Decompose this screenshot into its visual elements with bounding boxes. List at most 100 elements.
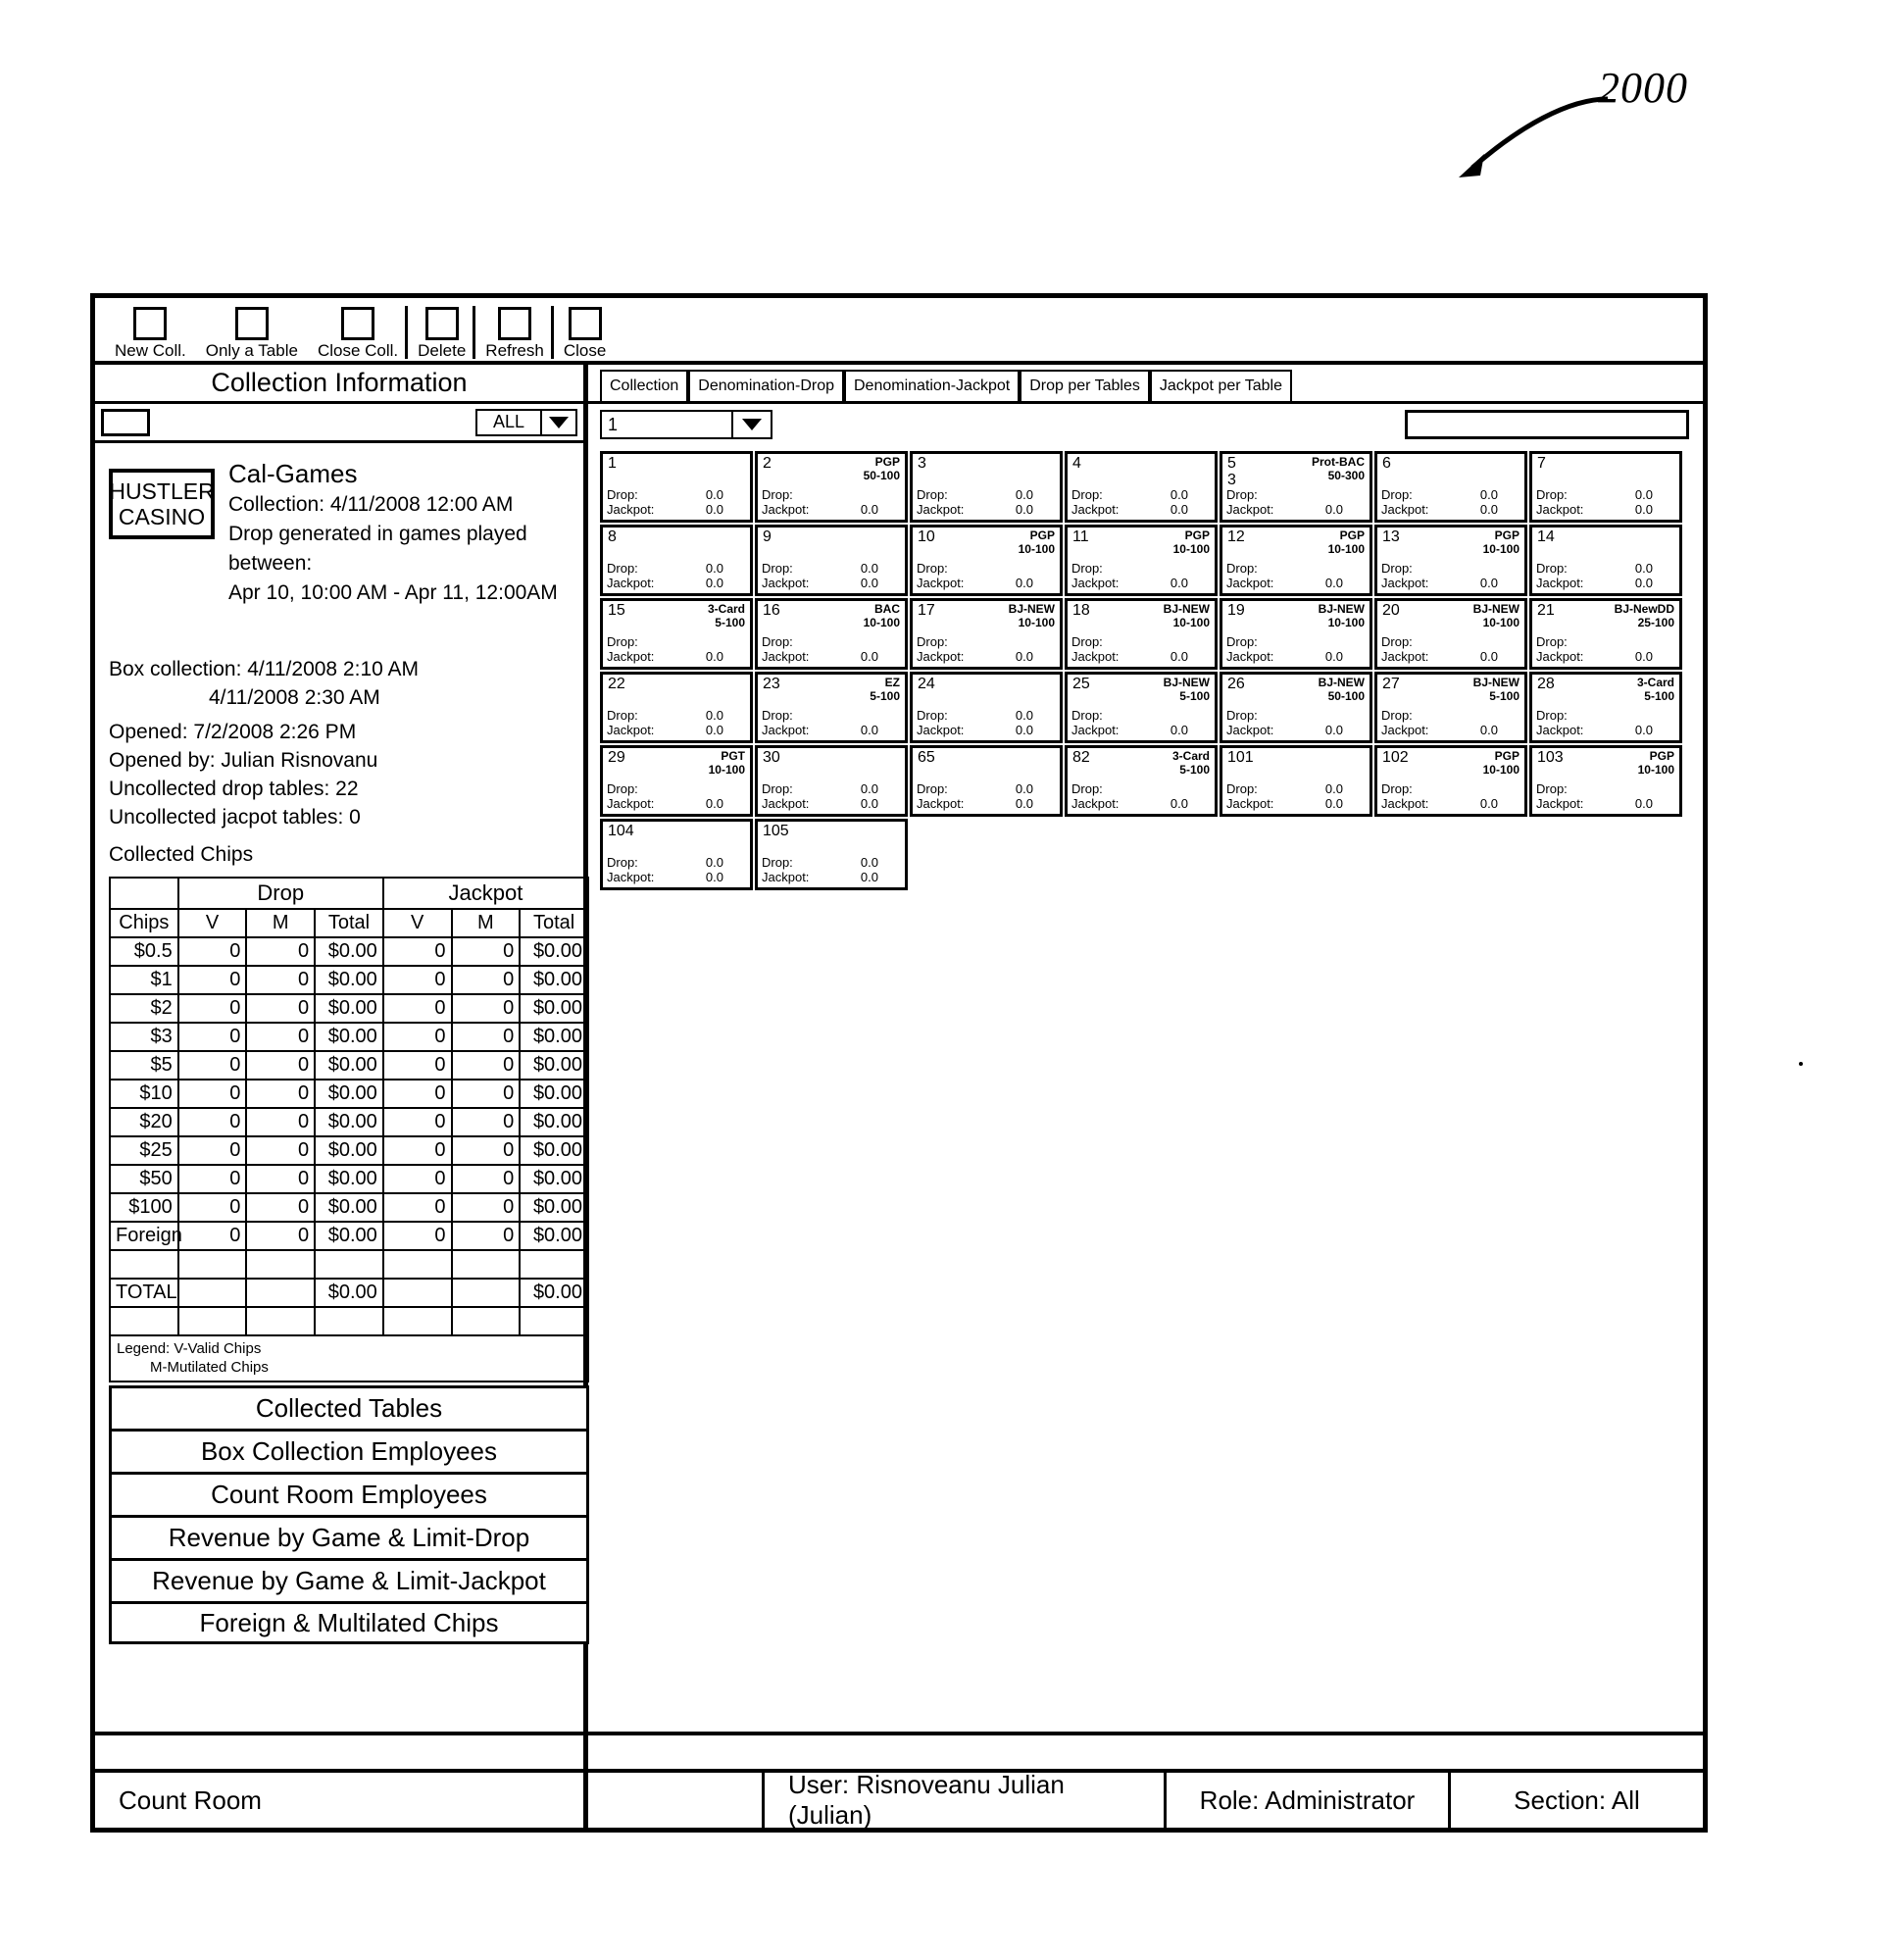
- table-card[interactable]: 6 Drop: 0.0 Jackpot: 0.0: [1374, 451, 1527, 523]
- table-card[interactable]: 11 PGP 10-100 Drop: Jackpot: 0.0: [1065, 525, 1218, 596]
- table-card-number: 20: [1382, 602, 1400, 619]
- toolbar-button-only-a-table[interactable]: Only a Table: [196, 300, 308, 361]
- table-card[interactable]: 26 BJ-NEW 50-100 Drop: Jackpot: 0.0: [1220, 672, 1372, 743]
- table-card[interactable]: 25 BJ-NEW 5-100 Drop: Jackpot: 0.0: [1065, 672, 1218, 743]
- table-card-jackpot-value: 0.0: [1479, 502, 1498, 517]
- table-card[interactable]: 8 Drop: 0.0 Jackpot: 0.0: [600, 525, 753, 596]
- table-number-select-value[interactable]: 1: [600, 410, 733, 439]
- table-card[interactable]: 5 3 Prot-BAC 50-300 Drop: Jackpot: 0.0: [1220, 451, 1372, 523]
- table-card[interactable]: 65 Drop: 0.0 Jackpot: 0.0: [910, 745, 1063, 817]
- table-card[interactable]: 10 PGP 10-100 Drop: Jackpot: 0.0: [910, 525, 1063, 596]
- table-card-number: 12: [1227, 528, 1245, 545]
- left-filter-input[interactable]: [101, 408, 150, 436]
- toolbar-button-glyph: [133, 307, 168, 340]
- table-card[interactable]: 102 PGP 10-100 Drop: Jackpot: 0.0: [1374, 745, 1527, 817]
- toolbar-button-close[interactable]: Close: [554, 300, 616, 361]
- table-card[interactable]: 1 Drop: 0.0 Jackpot: 0.0: [600, 451, 753, 523]
- tab-denomination-drop[interactable]: Denomination-Drop: [688, 370, 844, 401]
- table-card-drop-value: 0.0: [1170, 487, 1188, 502]
- section-button-revenue-by-game-limit-jackpot[interactable]: Revenue by Game & Limit-Jackpot: [109, 1558, 589, 1601]
- bottom-divider: [95, 1732, 1703, 1769]
- section-filter-dropdown[interactable]: ALL: [475, 408, 577, 436]
- table-card[interactable]: 12 PGP 10-100 Drop: Jackpot: 0.0: [1220, 525, 1372, 596]
- table-card[interactable]: 101 Drop: 0.0 Jackpot: 0.0: [1220, 745, 1372, 817]
- tab-denomination-jackpot[interactable]: Denomination-Jackpot: [844, 370, 1021, 401]
- table-card[interactable]: 7 Drop: 0.0 Jackpot: 0.0: [1529, 451, 1682, 523]
- table-card-jackpot-value: 0.0: [1324, 649, 1343, 664]
- spacer-cell: [245, 1306, 317, 1336]
- table-card[interactable]: 23 EZ 5-100 Drop: Jackpot: 0.0: [755, 672, 908, 743]
- table-card[interactable]: 16 BAC 10-100 Drop: Jackpot: 0.0: [755, 598, 908, 670]
- search-input[interactable]: [1405, 410, 1689, 439]
- tab-drop-per-tables[interactable]: Drop per Tables: [1020, 370, 1150, 401]
- table-card-game-limit: 5-100: [870, 689, 900, 703]
- table-card[interactable]: 103 PGP 10-100 Drop: Jackpot: 0.0: [1529, 745, 1682, 817]
- table-card[interactable]: 28 3-Card 5-100 Drop: Jackpot: 0.0: [1529, 672, 1682, 743]
- tab-jackpot-per-table[interactable]: Jackpot per Table: [1149, 370, 1292, 401]
- table-card-drop-row: Drop:: [1381, 709, 1519, 723]
- table-card-drop-value: [1188, 709, 1210, 723]
- table-card[interactable]: 19 BJ-NEW 10-100 Drop: Jackpot: 0.0: [1220, 598, 1372, 670]
- table-card[interactable]: 27 BJ-NEW 5-100 Drop: Jackpot: 0.0: [1374, 672, 1527, 743]
- table-card-jackpot-value: 0.0: [1324, 723, 1343, 737]
- table-card-game-name: EZ: [884, 676, 900, 689]
- table-card-drop-value: [1188, 562, 1210, 576]
- table-card-drop-label: Drop:: [1381, 781, 1413, 796]
- table-card-drop-value: 0.0: [1324, 781, 1343, 796]
- table-card[interactable]: 18 BJ-NEW 10-100 Drop: Jackpot: 0.0: [1065, 598, 1218, 670]
- spacer-cell: [314, 1306, 384, 1336]
- table-card-jackpot-value: 0.0: [1479, 723, 1498, 737]
- chevron-down-icon[interactable]: [733, 410, 772, 439]
- table-card[interactable]: 104 Drop: 0.0 Jackpot: 0.0: [600, 819, 753, 890]
- table-card[interactable]: 2 PGP 50-100 Drop: Jackpot: 0.0: [755, 451, 908, 523]
- table-card-drop-value: 0.0: [1634, 487, 1653, 502]
- table-card-jackpot-value: 0.0: [1324, 796, 1343, 811]
- table-card[interactable]: 30 Drop: 0.0 Jackpot: 0.0: [755, 745, 908, 817]
- table-card-jackpot-value: 0.0: [705, 723, 723, 737]
- chips-jackpot-mutilated: 0: [450, 1022, 522, 1052]
- table-card[interactable]: 9 Drop: 0.0 Jackpot: 0.0: [755, 525, 908, 596]
- right-pane: Collection Denomination-Drop Denomination-…: [588, 365, 1703, 1828]
- table-card-drop-row: Drop:: [1536, 782, 1674, 796]
- section-button-box-collection-employees[interactable]: Box Collection Employees: [109, 1429, 589, 1472]
- table-card[interactable]: 15 3-Card 5-100 Drop: Jackpot: 0.0: [600, 598, 753, 670]
- table-card-drop-label: Drop:: [607, 634, 638, 649]
- table-card[interactable]: 17 BJ-NEW 10-100 Drop: Jackpot: 0.0: [910, 598, 1063, 670]
- chips-drop-mutilated: 0: [245, 1135, 317, 1166]
- table-card[interactable]: 14 Drop: 0.0 Jackpot: 0.0: [1529, 525, 1682, 596]
- chips-jackpot-mutilated: 0: [450, 1221, 522, 1251]
- toolbar-button-close-coll[interactable]: Close Coll.: [308, 300, 409, 361]
- table-card-game: BJ-NEW 5-100: [1473, 676, 1519, 703]
- toolbar-button-new-coll[interactable]: New Coll.: [105, 300, 196, 361]
- table-card-game: BAC 10-100: [864, 602, 900, 629]
- table-card[interactable]: 4 Drop: 0.0 Jackpot: 0.0: [1065, 451, 1218, 523]
- table-card[interactable]: 3 Drop: 0.0 Jackpot: 0.0: [910, 451, 1063, 523]
- section-button-foreign-multilated-chips[interactable]: Foreign & Multilated Chips: [109, 1601, 589, 1644]
- section-button-collected-tables[interactable]: Collected Tables: [109, 1385, 589, 1429]
- table-card[interactable]: 105 Drop: 0.0 Jackpot: 0.0: [755, 819, 908, 890]
- section-button-count-room-employees[interactable]: Count Room Employees: [109, 1472, 589, 1515]
- section-button-revenue-by-game-limit-drop[interactable]: Revenue by Game & Limit-Drop: [109, 1515, 589, 1558]
- table-card[interactable]: 29 PGT 10-100 Drop: Jackpot: 0.0: [600, 745, 753, 817]
- table-card[interactable]: 82 3-Card 5-100 Drop: Jackpot: 0.0: [1065, 745, 1218, 817]
- table-card-drop-label: Drop:: [1536, 561, 1568, 576]
- table-card[interactable]: 13 PGP 10-100 Drop: Jackpot: 0.0: [1374, 525, 1527, 596]
- toolbar-button-refresh[interactable]: Refresh: [475, 300, 554, 361]
- table-card[interactable]: 20 BJ-NEW 10-100 Drop: Jackpot: 0.0: [1374, 598, 1527, 670]
- table-card[interactable]: 21 BJ-NewDD 25-100 Drop: Jackpot: 0.0: [1529, 598, 1682, 670]
- table-card-drop-row: Drop: 0.0: [607, 856, 745, 870]
- chevron-down-icon[interactable]: [542, 408, 577, 436]
- table-card-jackpot-value: 0.0: [860, 870, 878, 884]
- toolbar-button-delete[interactable]: Delete: [408, 300, 476, 361]
- uncollected-jackpot-tables: Uncollected jacpot tables: 0: [109, 806, 361, 829]
- table-card-jackpot-value: 0.0: [1170, 723, 1188, 737]
- table-card-jackpot-label: Jackpot:: [1226, 576, 1274, 590]
- table-card-game-name: BJ-NEW: [1318, 602, 1365, 616]
- table-card-drop-row: Drop:: [1381, 635, 1519, 649]
- tab-collection[interactable]: Collection: [600, 370, 689, 401]
- table-card-jackpot-label: Jackpot:: [1536, 796, 1584, 811]
- chips-drop-total: $0.00: [314, 936, 384, 967]
- table-card[interactable]: 24 Drop: 0.0 Jackpot: 0.0: [910, 672, 1063, 743]
- toolbar-button-label: Only a Table: [205, 341, 298, 360]
- table-card[interactable]: 22 Drop: 0.0 Jackpot: 0.0: [600, 672, 753, 743]
